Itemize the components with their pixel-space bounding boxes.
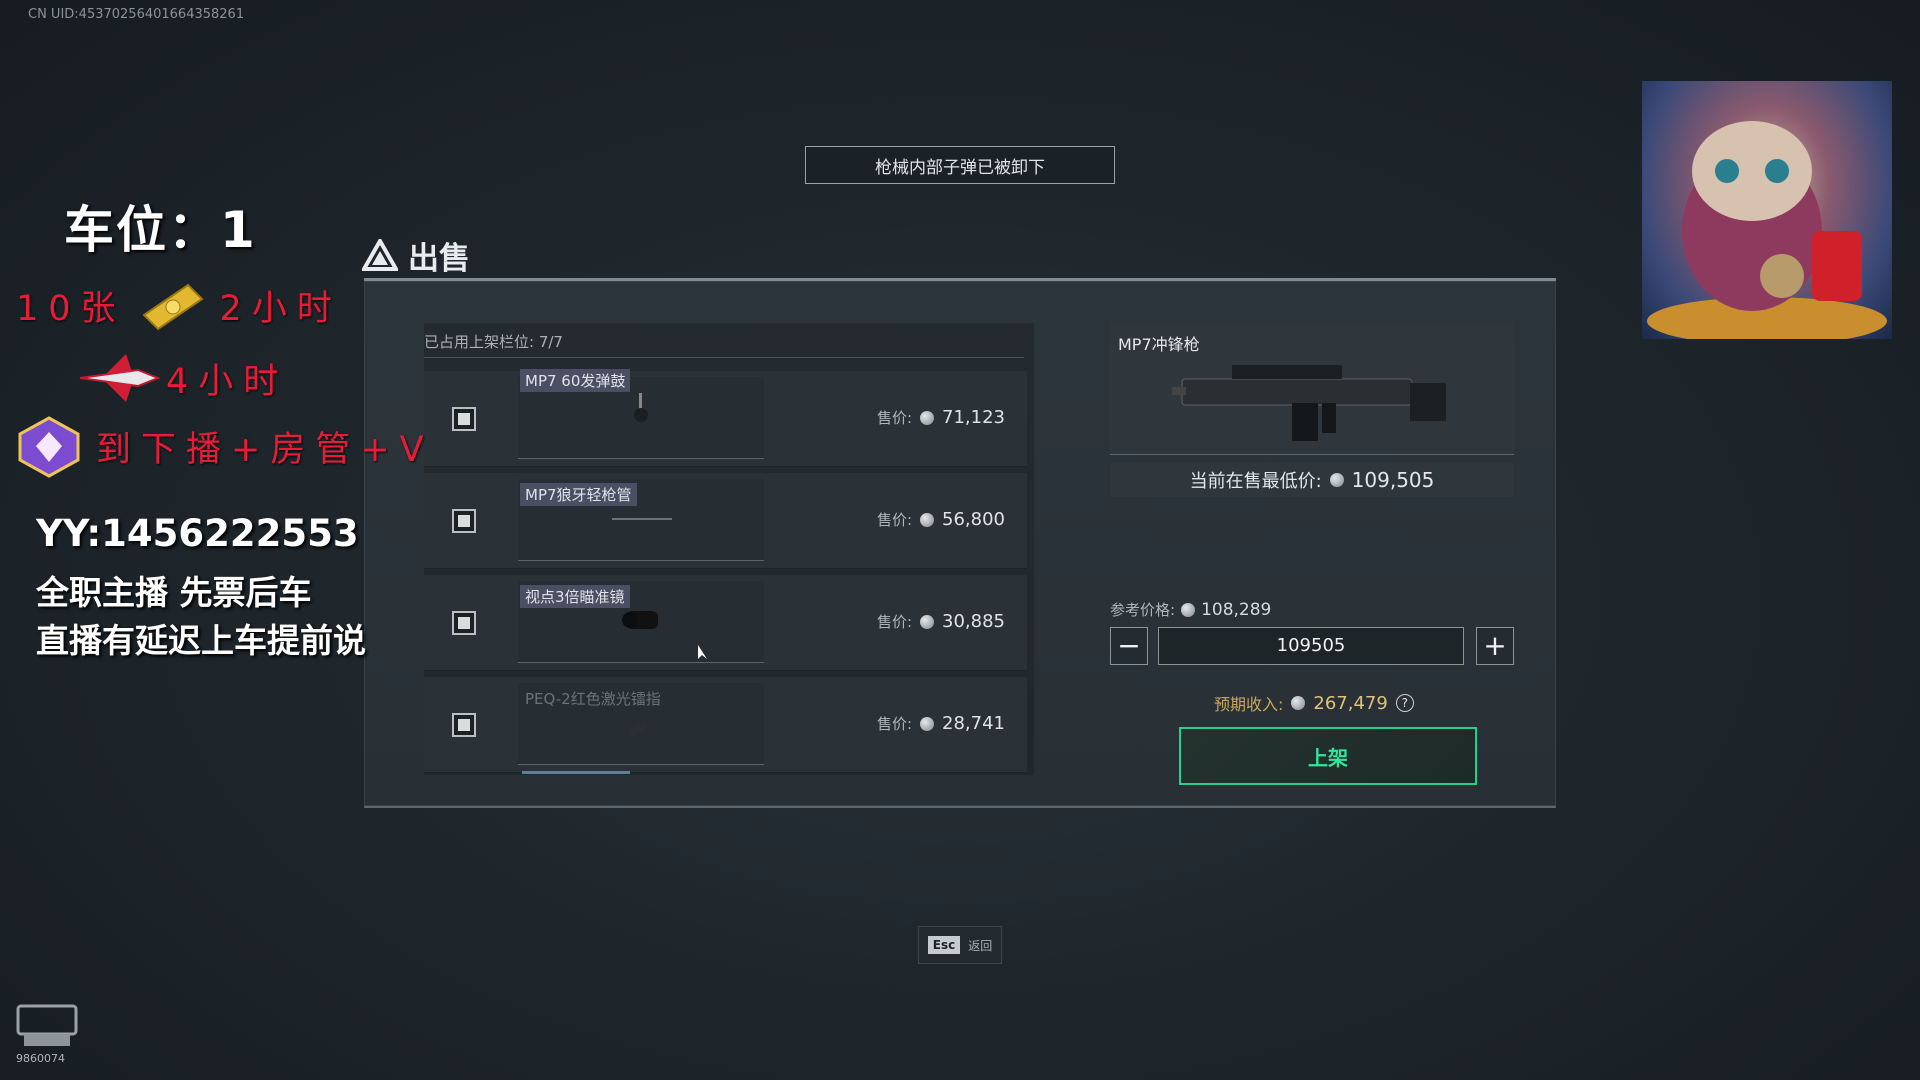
scope-icon: [622, 611, 658, 629]
yy-id: YY:1456222553: [36, 512, 359, 555]
list-item[interactable]: 视点3倍瞄准镜 售价: 30,885: [424, 575, 1027, 671]
lowest-price: 当前在售最低价: 109,505: [1110, 463, 1514, 497]
scroll-indicator[interactable]: [522, 771, 630, 774]
gold-ticket-icon: [141, 283, 204, 330]
coin-icon: [920, 614, 935, 629]
item-name: MP7 60发弹鼓: [520, 369, 631, 392]
overlay-line1: 10张 2小时: [16, 280, 342, 331]
item-checkbox[interactable]: [452, 611, 476, 635]
list-item[interactable]: MP7狼牙轻枪管 售价: 56,800: [424, 473, 1027, 569]
list-for-sale-button[interactable]: 上架: [1179, 727, 1477, 785]
drum-magazine-icon: [634, 393, 648, 422]
help-icon[interactable]: ?: [1395, 694, 1414, 712]
jet-icon: [79, 354, 160, 402]
sell-panel: 已占用上架栏位: 7/7 MP7 60发弹鼓 售价: 71,123 MP7狼牙轻枪…: [364, 278, 1556, 808]
coin-icon: [1181, 602, 1196, 617]
divider: [424, 357, 1024, 358]
decrease-price-button[interactable]: −: [1110, 627, 1148, 665]
coin-icon: [1291, 696, 1306, 710]
item-checkbox[interactable]: [452, 407, 476, 431]
laser-icon: [627, 720, 649, 738]
item-price: 售价: 28,741: [876, 713, 1005, 734]
price-stepper: − 109505 +: [1110, 627, 1514, 667]
room-number: 9860074: [16, 1052, 65, 1065]
smg-icon: [1172, 365, 1446, 441]
item-price: 售价: 56,800: [876, 509, 1005, 530]
overlay-note-1: 全职主播 先票后车: [36, 573, 312, 612]
webcam-feed: [1642, 81, 1892, 339]
coin-icon: [920, 716, 935, 731]
coin-icon: [1329, 473, 1344, 487]
item-price: 售价: 30,885: [876, 611, 1005, 632]
increase-price-button[interactable]: +: [1476, 627, 1514, 665]
coin-icon: [920, 410, 935, 425]
sell-title: 出售: [408, 240, 470, 277]
slots-label: 已占用上架栏位: 7/7: [424, 333, 563, 351]
cursor-icon: [698, 645, 707, 659]
esc-key: Esc: [927, 936, 961, 954]
reference-price: 参考价格: 108,289: [1110, 599, 1272, 620]
slot-count: 车位：1: [64, 201, 257, 259]
overlay-line3: 到下播+房管+V: [12, 414, 434, 478]
item-detail: MP7冲锋枪: [1110, 323, 1514, 455]
notice-banner: 枪械内部子弹已被卸下: [805, 146, 1115, 184]
back-button[interactable]: Esc 返回: [918, 926, 1002, 964]
barrel-icon: [612, 518, 672, 520]
back-label: 返回: [968, 938, 993, 953]
price-input[interactable]: 109505: [1158, 627, 1464, 665]
lion-figurine-icon: [1647, 121, 1887, 339]
sell-header: 出售: [362, 230, 470, 280]
crown-badge-icon: [18, 416, 80, 478]
item-checkbox[interactable]: [452, 509, 476, 533]
delta-logo-icon: [362, 239, 398, 271]
item-price: 售价: 71,123: [876, 407, 1005, 428]
expected-income: 预期收入: 267,479 ?: [1214, 691, 1414, 715]
list-item[interactable]: MP7 60发弹鼓 售价: 71,123: [424, 369, 1027, 467]
list-item[interactable]: PEQ-2红色激光镭指 售价: 28,741: [424, 677, 1027, 773]
uid-label: CN UID:45370256401664358261: [28, 7, 245, 22]
overlay-line2: 4小时: [78, 352, 288, 404]
douyu-logo: 9860074: [16, 1004, 78, 1065]
coin-icon: [920, 512, 935, 527]
item-name: PEQ-2红色激光镭指: [525, 690, 661, 708]
item-name: 视点3倍瞄准镜: [520, 585, 630, 608]
item-name: MP7狼牙轻枪管: [520, 483, 637, 506]
douyu-logo-icon: [16, 1004, 78, 1046]
item-checkbox[interactable]: [452, 713, 476, 737]
overlay-note-2: 直播有延迟上车提前说: [36, 621, 366, 660]
